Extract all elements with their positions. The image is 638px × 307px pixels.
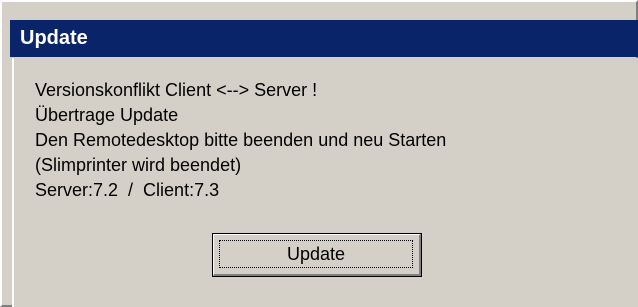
update-button-label: Update xyxy=(286,243,346,264)
update-button-bevel: Update xyxy=(213,234,421,276)
update-dialog: Update Versionskonflikt Client <--> Serv… xyxy=(0,0,638,307)
update-button-focus-rect: Update xyxy=(219,240,413,268)
update-button[interactable]: Update xyxy=(212,233,422,277)
message-line-slimprinter-closed: (Slimprinter wird beendet) xyxy=(35,155,242,175)
title-bar[interactable]: Update xyxy=(10,20,638,57)
window-title: Update xyxy=(20,27,88,49)
dialog-content: Versionskonflikt Client <--> Server ! Üb… xyxy=(12,58,638,307)
message-line-version-conflict: Versionskonflikt Client <--> Server ! xyxy=(35,80,318,100)
message-line-versions: Server:7.2 / Client:7.3 xyxy=(35,180,220,200)
message-text: Versionskonflikt Client <--> Server ! Üb… xyxy=(35,78,446,203)
message-line-restart-instruction: Den Remotedesktop bitte beenden und neu … xyxy=(35,130,447,150)
message-line-transfer-update: Übertrage Update xyxy=(35,105,179,125)
